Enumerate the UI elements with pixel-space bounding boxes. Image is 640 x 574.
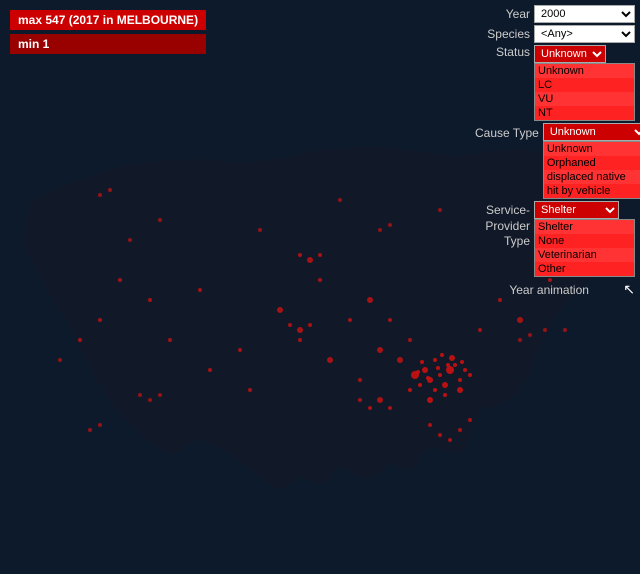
cause-type-row: Cause Type Unknown Orphaned displaced na…: [475, 123, 635, 199]
cause-type-select[interactable]: Unknown Orphaned displaced native hit by…: [543, 123, 640, 141]
service-provider-label: Service-ProviderType: [475, 201, 530, 250]
service-provider-option-shelter[interactable]: Shelter: [535, 220, 634, 234]
cause-type-open-list: Unknown Orphaned displaced native hit by…: [543, 141, 640, 199]
year-row: Year 2000 2001 2002 2005 2010 2015 2017: [475, 5, 635, 23]
year-label: Year: [475, 7, 530, 21]
year-animation-label[interactable]: Year animation: [475, 283, 623, 297]
service-provider-open-list: Shelter None Veterinarian Other: [534, 219, 635, 277]
cause-type-dropdown-container: Unknown Orphaned displaced native hit by…: [543, 123, 640, 199]
cause-type-option-unknown[interactable]: Unknown: [544, 142, 640, 156]
status-select[interactable]: Unknown LC VU NT: [534, 45, 606, 63]
status-open-list: Unknown LC VU NT: [534, 63, 635, 121]
max-stat: max 547 (2017 in MELBOURNE): [10, 10, 206, 30]
status-row: Status Unknown LC VU NT Unknown LC VU NT: [475, 45, 635, 121]
year-select[interactable]: 2000 2001 2002 2005 2010 2015 2017: [534, 5, 635, 23]
status-option-nt[interactable]: NT: [535, 106, 634, 120]
stats-overlay: max 547 (2017 in MELBOURNE) min 1: [10, 10, 206, 58]
cause-type-option-orphaned[interactable]: Orphaned: [544, 156, 640, 170]
year-animation-row: Year animation ↖: [475, 281, 635, 298]
cause-type-option-displaced[interactable]: displaced native: [544, 170, 640, 184]
service-provider-select[interactable]: Shelter None Veterinarian Other: [534, 201, 619, 219]
status-option-lc[interactable]: LC: [535, 78, 634, 92]
service-provider-dropdown-container: Shelter None Veterinarian Other Shelter …: [534, 201, 635, 277]
cursor-icon: ↖: [623, 281, 635, 298]
service-provider-option-vet[interactable]: Veterinarian: [535, 248, 634, 262]
status-dropdown-container: Unknown LC VU NT Unknown LC VU NT: [534, 45, 635, 121]
species-label: Species: [475, 27, 530, 41]
min-stat: min 1: [10, 34, 206, 54]
controls-panel: Year 2000 2001 2002 2005 2010 2015 2017 …: [475, 5, 635, 298]
status-label: Status: [475, 45, 530, 59]
cause-type-option-hitvehicle[interactable]: hit by vehicle: [544, 184, 640, 198]
status-option-unknown[interactable]: Unknown: [535, 64, 634, 78]
status-option-vu[interactable]: VU: [535, 92, 634, 106]
species-select[interactable]: <Any>: [534, 25, 635, 43]
service-provider-option-other[interactable]: Other: [535, 262, 634, 276]
species-row: Species <Any>: [475, 25, 635, 43]
service-provider-option-none[interactable]: None: [535, 234, 634, 248]
cause-type-label: Cause Type: [475, 123, 539, 142]
service-provider-row: Service-ProviderType Shelter None Veteri…: [475, 201, 635, 277]
